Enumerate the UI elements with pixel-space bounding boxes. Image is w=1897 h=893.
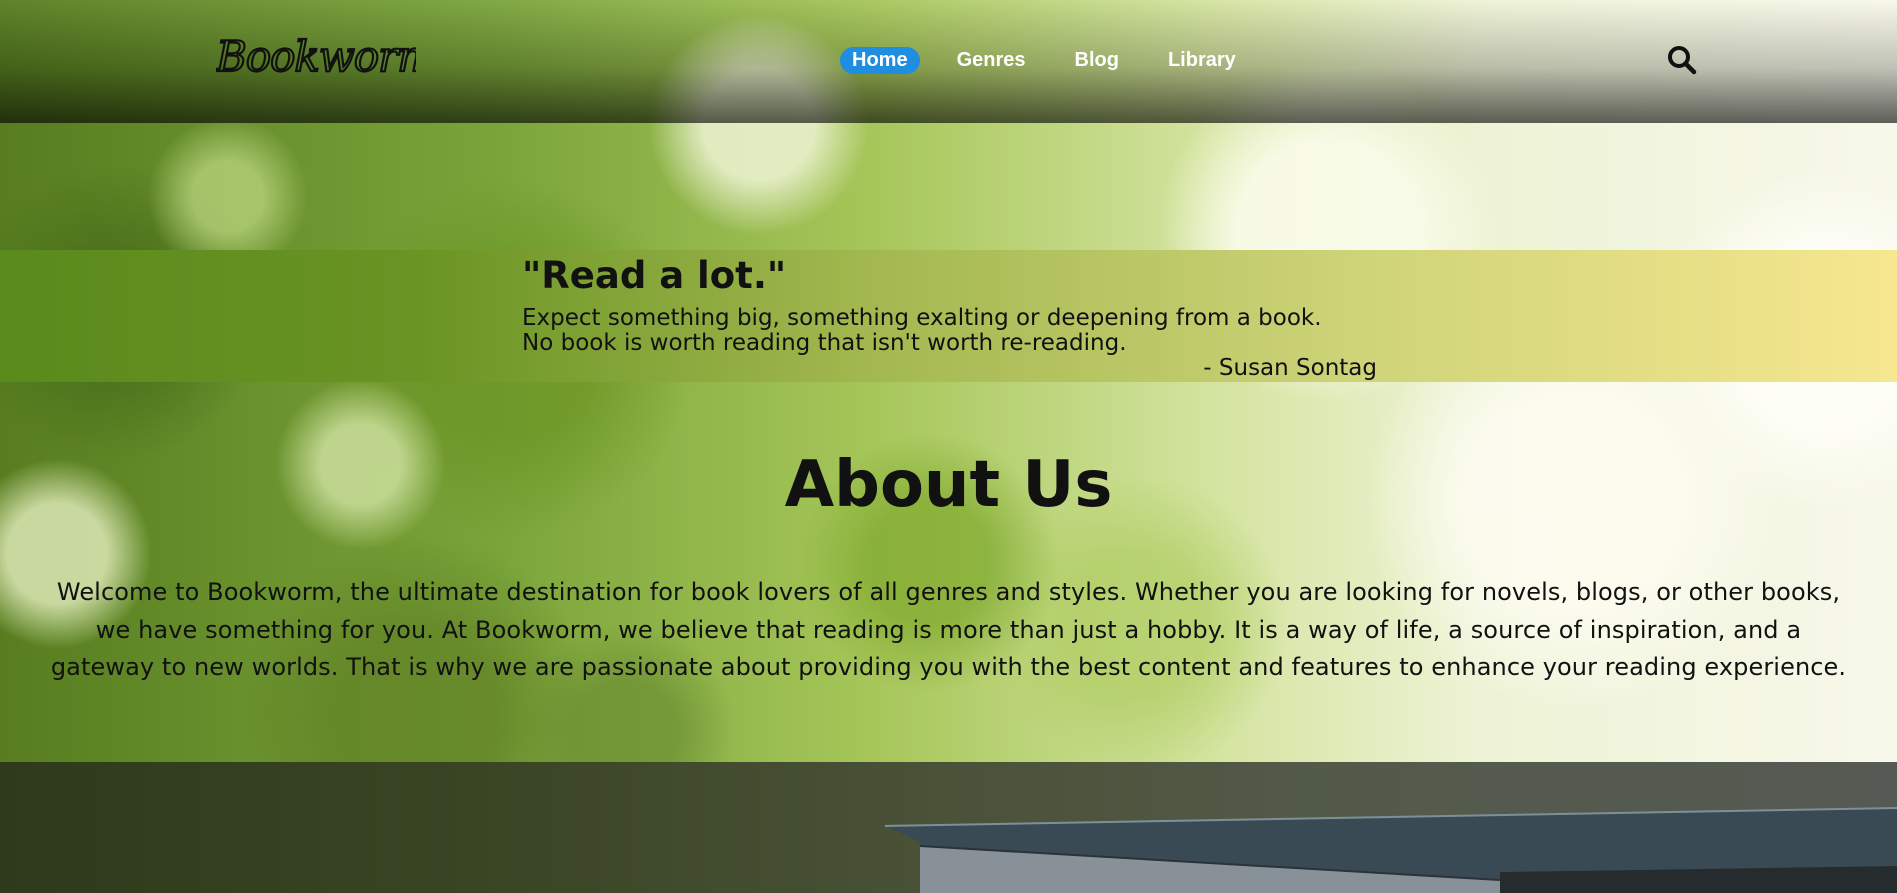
about-line: gateway to new worlds. That is why we ar… <box>50 653 1847 681</box>
nav-item-library[interactable]: Library <box>1156 47 1248 74</box>
nav-item-blog[interactable]: Blog <box>1063 47 1131 74</box>
about-line: we have something for you. At Bookworm, … <box>95 615 1802 644</box>
nav-item-home[interactable]: Home <box>840 47 920 74</box>
bookworm-logo[interactable]: Bookworm <box>216 23 416 85</box>
footer-image-strip <box>0 762 1897 893</box>
search-icon <box>1668 46 1697 75</box>
site-header: Bookworm Home Genres Blog Library <box>0 0 1897 123</box>
quote-title: "Read a lot." <box>522 254 787 297</box>
quote-line: Expect something big, something exalting… <box>522 305 1322 331</box>
main-nav: Home Genres Blog Library <box>840 47 1273 74</box>
quote-author: - Susan Sontag <box>1203 355 1377 381</box>
search-button[interactable] <box>1666 44 1698 76</box>
about-line: Welcome to Bookworm, the ultimate destin… <box>56 578 1841 606</box>
svg-text:Bookworm: Bookworm <box>216 32 416 81</box>
nav-item-genres[interactable]: Genres <box>945 47 1038 74</box>
quote-block: "Read a lot." Expect something big, some… <box>522 250 1377 381</box>
quote-line: No book is worth reading that isn't wort… <box>522 330 1127 356</box>
about-title: About Us <box>784 448 1113 522</box>
open-book-image <box>884 807 1897 893</box>
about-description: Welcome to Bookworm, the ultimate destin… <box>0 574 1897 687</box>
quote-banner: "Read a lot." Expect something big, some… <box>0 250 1897 382</box>
